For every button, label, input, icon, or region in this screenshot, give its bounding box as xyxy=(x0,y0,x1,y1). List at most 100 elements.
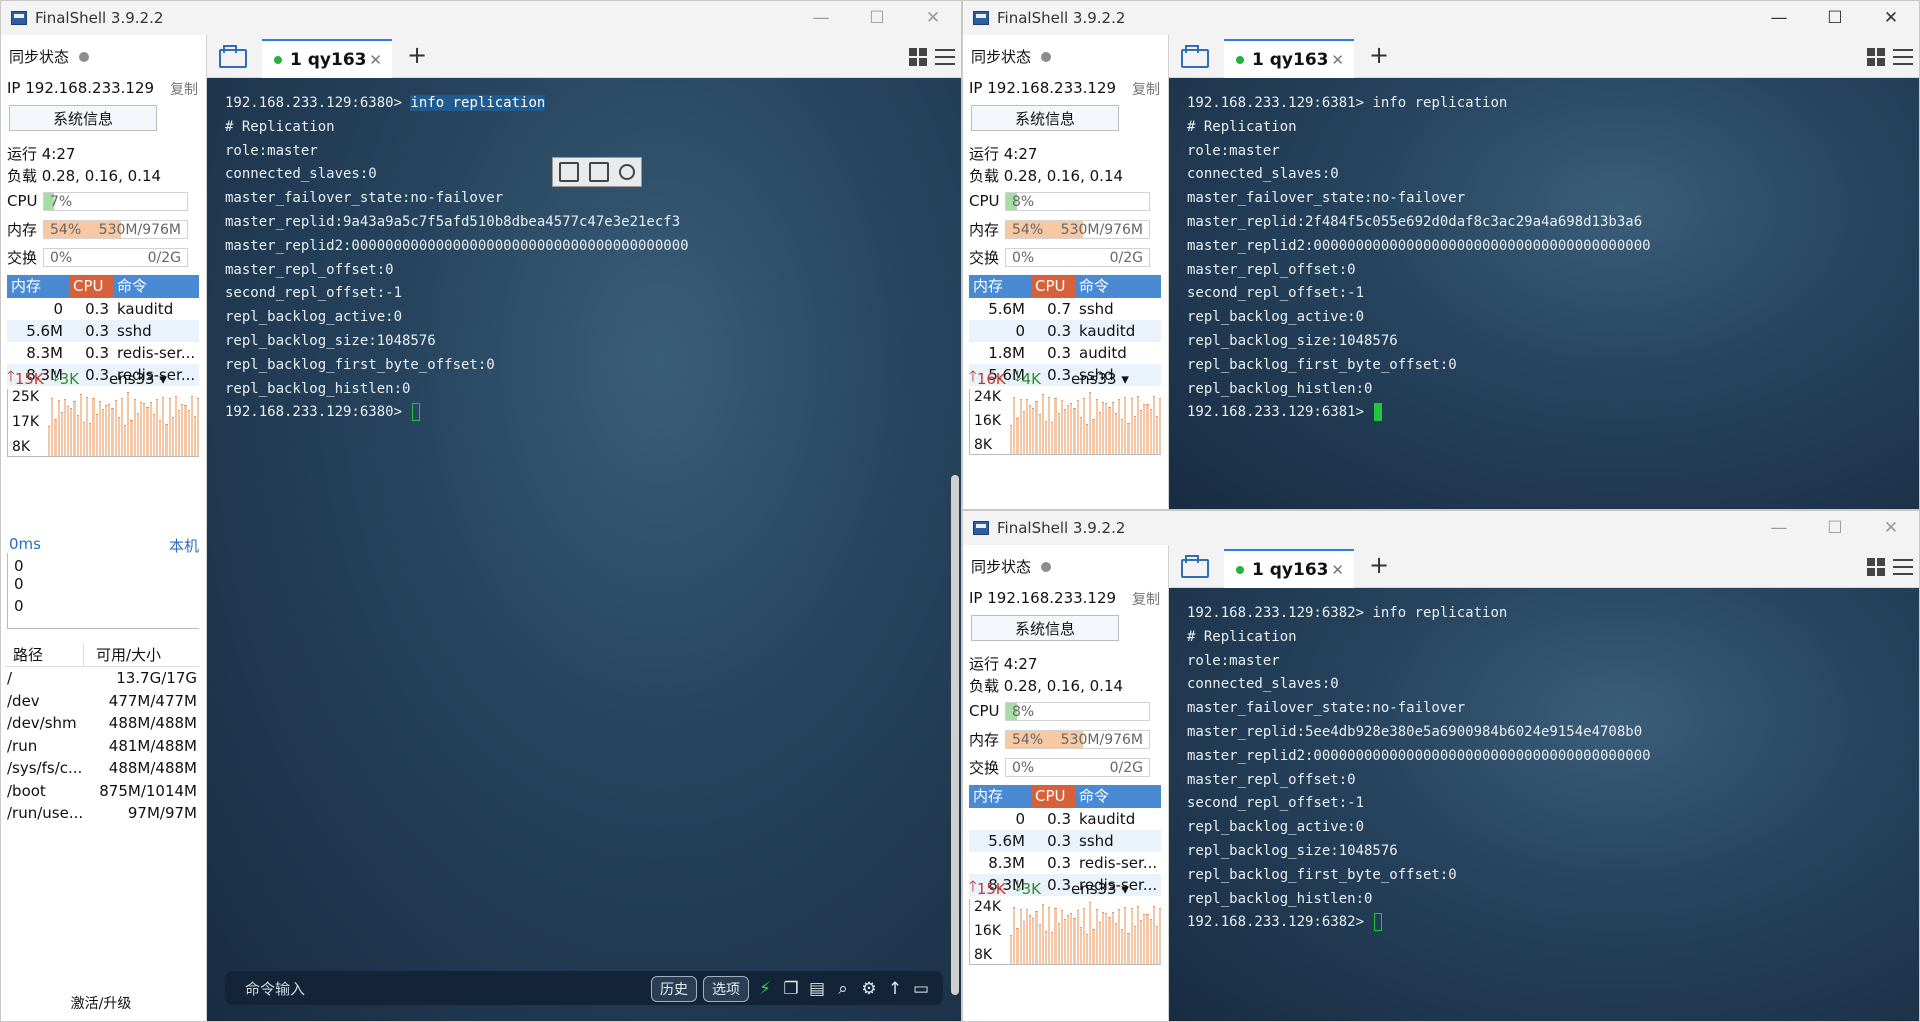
terminal[interactable]: 192.168.233.129:6382> info replication # … xyxy=(1169,588,1919,1021)
network-bar xyxy=(1067,914,1070,964)
terminal[interactable]: 192.168.233.129:6381> info replication # … xyxy=(1169,78,1919,509)
layout-grid-icon[interactable] xyxy=(909,48,927,66)
memory-meter: 内存 54% 530M/976M xyxy=(969,729,1150,749)
lightning-icon[interactable]: ⚡ xyxy=(755,979,775,999)
process-row[interactable]: 5.6M 0.3 sshd xyxy=(969,830,1161,852)
cpu-percent: 8% xyxy=(1012,703,1035,720)
activate-upgrade-link[interactable]: 激活/升级 xyxy=(1,993,201,1013)
minimize-button[interactable]: — xyxy=(1751,511,1807,545)
terminal[interactable]: 192.168.233.129:6380> info replication # … xyxy=(207,78,961,1021)
sort-by-command[interactable]: 命令 xyxy=(113,275,199,298)
tab-close-icon[interactable]: ✕ xyxy=(1331,51,1344,69)
memory-meter: 内存 54% 530M/976M xyxy=(7,219,188,239)
terminal-line: 192.168.233.129:6380> info replication xyxy=(225,92,961,116)
memory-label: 内存 xyxy=(969,730,1000,749)
tab-session[interactable]: 1 qy163 ✕ xyxy=(1224,39,1354,78)
title-bar[interactable]: FinalShell 3.9.2.2 — ☐ ✕ xyxy=(963,511,1919,545)
sort-by-command[interactable]: 命令 xyxy=(1075,275,1161,298)
sort-by-memory[interactable]: 内存 xyxy=(969,275,1031,298)
network-bar xyxy=(1032,407,1035,454)
close-button[interactable]: ✕ xyxy=(1863,511,1919,545)
folder-icon[interactable] xyxy=(1181,45,1209,68)
swap-percent: 0% xyxy=(1012,249,1035,266)
system-info-button[interactable]: 系统信息 xyxy=(971,105,1119,131)
folder-icon[interactable] xyxy=(1181,555,1209,578)
process-row[interactable]: 0 0.3 kauditd xyxy=(969,808,1161,830)
layout-grid-icon[interactable] xyxy=(1867,48,1885,66)
disk-row[interactable]: /sys/fs/c... 488M/488M xyxy=(5,757,199,780)
copy-ip-button[interactable]: 复制 xyxy=(170,79,198,99)
process-row[interactable]: 1.8M 0.3 auditd xyxy=(969,342,1161,364)
disk-row[interactable]: /dev 477M/477M xyxy=(5,690,199,713)
process-row[interactable]: 8.3M 0.3 redis-ser... xyxy=(7,342,199,364)
window-title: FinalShell 3.9.2.2 xyxy=(997,9,1126,27)
disk-row[interactable]: / 13.7G/17G xyxy=(5,667,199,690)
sort-by-cpu[interactable]: CPU xyxy=(1031,275,1075,298)
tab-close-icon[interactable]: ✕ xyxy=(1331,561,1344,579)
paste-icon[interactable]: ▤ xyxy=(807,979,827,999)
search-icon[interactable]: ⌕ xyxy=(833,979,853,999)
network-bar xyxy=(1155,415,1159,454)
disk-row[interactable]: /run/use... 97M/97M xyxy=(5,802,199,825)
terminal-scrollbar[interactable] xyxy=(951,475,959,995)
minimize-button[interactable]: — xyxy=(793,1,849,35)
new-tab-button[interactable]: + xyxy=(1369,551,1389,579)
paste-icon[interactable] xyxy=(589,162,609,182)
network-bar xyxy=(1101,912,1105,964)
process-row[interactable]: 0 0.3 kauditd xyxy=(7,298,199,320)
arrow-up-icon[interactable]: ↑ xyxy=(885,979,905,999)
sort-by-cpu[interactable]: CPU xyxy=(69,275,113,298)
disk-row[interactable]: /boot 875M/1014M xyxy=(5,780,199,803)
sort-by-cpu[interactable]: CPU xyxy=(1031,785,1075,808)
interface-select[interactable]: ens33 ▾ xyxy=(1071,370,1129,388)
tab-close-icon[interactable]: ✕ xyxy=(369,51,382,69)
terminal-line: repl_backlog_active:0 xyxy=(1187,309,1365,326)
options-button[interactable]: 选项 xyxy=(703,976,749,1002)
menu-icon[interactable] xyxy=(1893,559,1913,575)
window-icon[interactable]: ▭ xyxy=(911,979,931,999)
system-info-button[interactable]: 系统信息 xyxy=(9,105,157,131)
memory-bar: 54% 530M/976M xyxy=(43,219,188,239)
menu-icon[interactable] xyxy=(935,49,955,65)
new-tab-button[interactable]: + xyxy=(1369,41,1389,69)
process-row[interactable]: 5.6M 0.3 sshd xyxy=(7,320,199,342)
command-input[interactable]: 命令输入 xyxy=(245,978,305,999)
layout-grid-icon[interactable] xyxy=(1867,558,1885,576)
close-button[interactable]: ✕ xyxy=(1863,1,1919,35)
folder-icon[interactable] xyxy=(219,45,247,68)
process-row[interactable]: 8.3M 0.3 redis-ser... xyxy=(969,852,1161,874)
process-row[interactable]: 0 0.3 kauditd xyxy=(969,320,1161,342)
interface-select[interactable]: ens33 ▾ xyxy=(1071,880,1129,898)
sidebar: 同步状态 IP 192.168.233.129 复制 系统信息 运行 4:27 … xyxy=(963,545,1169,1021)
system-info-button[interactable]: 系统信息 xyxy=(971,615,1119,641)
tab-session[interactable]: 1 qy163 ✕ xyxy=(262,39,392,78)
new-tab-button[interactable]: + xyxy=(407,41,427,69)
uptime: 运行 4:27 xyxy=(969,655,1038,673)
sort-by-command[interactable]: 命令 xyxy=(1075,785,1161,808)
copy-ip-button[interactable]: 复制 xyxy=(1132,589,1160,609)
interface-select[interactable]: ens33 ▾ xyxy=(109,370,167,388)
disk-row[interactable]: /dev/shm 488M/488M xyxy=(5,712,199,735)
menu-icon[interactable] xyxy=(1893,49,1913,65)
network-bar xyxy=(1152,395,1155,454)
copy-ip-button[interactable]: 复制 xyxy=(1132,79,1160,99)
memory-percent: 54% xyxy=(1012,221,1044,238)
minimize-button[interactable]: — xyxy=(1751,1,1807,35)
maximize-button[interactable]: ☐ xyxy=(1807,1,1863,35)
search-icon[interactable] xyxy=(619,164,635,180)
disk-row[interactable]: /run 481M/488M xyxy=(5,735,199,758)
close-button[interactable]: ✕ xyxy=(905,1,961,35)
sort-by-memory[interactable]: 内存 xyxy=(7,275,69,298)
tab-session[interactable]: 1 qy163 ✕ xyxy=(1224,549,1354,588)
history-button[interactable]: 历史 xyxy=(651,976,697,1002)
gear-icon[interactable]: ⚙ xyxy=(859,979,879,999)
command-input-bar[interactable]: 命令输入 历史 选项 ⚡ ❐ ▤ ⌕ ⚙ ↑ ▭ xyxy=(225,971,943,1005)
copy-icon[interactable]: ❐ xyxy=(781,979,801,999)
maximize-button[interactable]: ☐ xyxy=(849,1,905,35)
copy-icon[interactable] xyxy=(559,162,579,182)
title-bar[interactable]: FinalShell 3.9.2.2 — ☐ ✕ xyxy=(963,1,1919,35)
sort-by-memory[interactable]: 内存 xyxy=(969,785,1031,808)
process-row[interactable]: 5.6M 0.7 sshd xyxy=(969,298,1161,320)
title-bar[interactable]: FinalShell 3.9.2.2 — ☐ ✕ xyxy=(1,1,961,35)
maximize-button[interactable]: ☐ xyxy=(1807,511,1863,545)
